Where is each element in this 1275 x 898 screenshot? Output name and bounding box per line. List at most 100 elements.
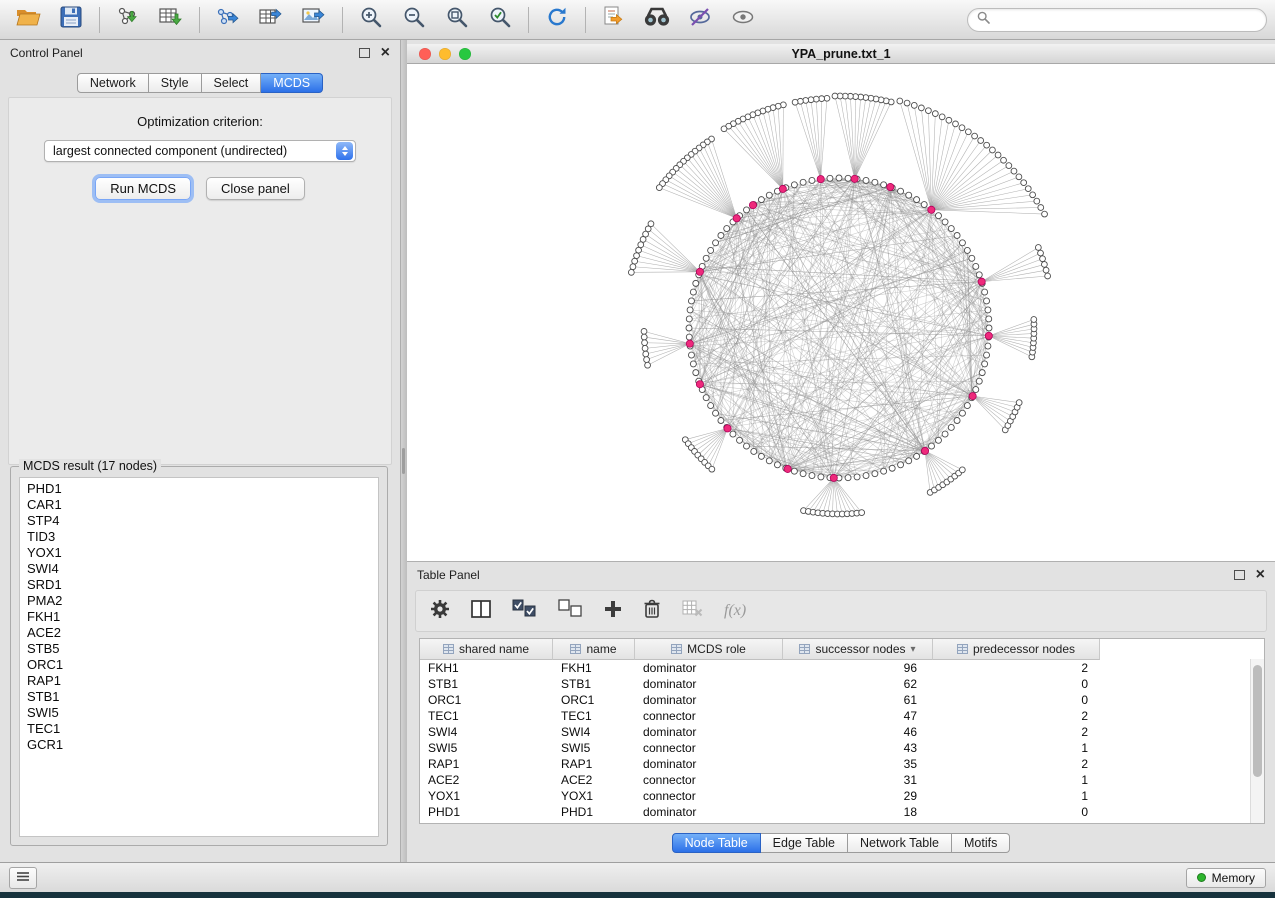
column-header-predecessor-nodes[interactable]: predecessor nodes	[933, 639, 1100, 660]
add-icon[interactable]	[604, 600, 622, 623]
refresh-button[interactable]	[537, 4, 577, 36]
table-cell: 0	[933, 692, 1100, 708]
table-cell: 29	[783, 788, 933, 804]
table-cell: YOX1	[420, 788, 553, 804]
tab-select[interactable]: Select	[202, 73, 262, 93]
network-window: YPA_prune.txt_1	[407, 44, 1275, 561]
mcds-result-item[interactable]: FKH1	[20, 609, 378, 625]
network-window-titlebar: YPA_prune.txt_1	[407, 44, 1275, 64]
mcds-result-item[interactable]: SWI4	[20, 561, 378, 577]
tab-edge-table[interactable]: Edge Table	[761, 833, 848, 853]
chevron-down-icon[interactable]: ▾	[911, 644, 916, 655]
zoom-out-button[interactable]	[394, 4, 434, 36]
show-columns-icon[interactable]	[471, 600, 491, 623]
control-panel-tabs: Network Style Select MCDS	[0, 73, 400, 93]
save-session-button[interactable]	[51, 4, 91, 36]
table-cell: connector	[635, 708, 783, 724]
mcds-result-item[interactable]: GCR1	[20, 737, 378, 753]
tab-style[interactable]: Style	[149, 73, 202, 93]
close-panel-icon[interactable]: ×	[381, 47, 390, 59]
zoom-in-button[interactable]	[351, 4, 391, 36]
import-table-button[interactable]	[151, 4, 191, 36]
table-row[interactable]: STB1STB1dominator620	[420, 676, 1264, 692]
open-file-button[interactable]	[8, 4, 48, 36]
mcds-result-item[interactable]: SRD1	[20, 577, 378, 593]
tab-node-table[interactable]: Node Table	[672, 833, 761, 853]
column-header-shared-name[interactable]: shared name	[420, 639, 553, 660]
settings-icon[interactable]	[430, 599, 450, 624]
mcds-result-item[interactable]: STP4	[20, 513, 378, 529]
export-table-icon	[258, 5, 284, 34]
table-row[interactable]: SWI4SWI4dominator462	[420, 724, 1264, 740]
close-table-panel-icon[interactable]: ×	[1256, 569, 1265, 581]
table-row[interactable]: ACE2ACE2connector311	[420, 772, 1264, 788]
share-document-button[interactable]	[594, 4, 634, 36]
table-cell: dominator	[635, 804, 783, 820]
float-table-panel-icon[interactable]	[1234, 570, 1245, 580]
optimization-criterion-select[interactable]: largest connected component (undirected)	[44, 140, 356, 162]
tab-mcds[interactable]: MCDS	[261, 73, 323, 93]
mcds-result-item[interactable]: ORC1	[20, 657, 378, 673]
toolbar-separator	[199, 7, 200, 33]
zoom-fit-button[interactable]	[437, 4, 477, 36]
mcds-result-item[interactable]: PHD1	[20, 481, 378, 497]
close-panel-button[interactable]: Close panel	[206, 177, 305, 200]
delete-column-icon	[682, 600, 703, 622]
function-builder-icon: f(x)	[724, 602, 746, 620]
mcds-result-item[interactable]: SWI5	[20, 705, 378, 721]
unselect-all-icon[interactable]	[558, 599, 583, 623]
table-row[interactable]: ORC1ORC1dominator610	[420, 692, 1264, 708]
graphics-details-button[interactable]	[680, 4, 720, 36]
export-image-button[interactable]	[294, 4, 334, 36]
import-network-button[interactable]	[108, 4, 148, 36]
table-scrollbar[interactable]	[1250, 659, 1264, 823]
table-cell: 2	[933, 756, 1100, 772]
table-cell: 1	[933, 740, 1100, 756]
search-input[interactable]	[996, 12, 1257, 28]
table-row[interactable]: RAP1RAP1dominator352	[420, 756, 1264, 772]
memory-status-icon	[1197, 873, 1206, 882]
mcds-result-item[interactable]: TEC1	[20, 721, 378, 737]
find-button[interactable]	[637, 4, 677, 36]
table-row[interactable]: FKH1FKH1dominator962	[420, 660, 1264, 676]
select-all-icon[interactable]	[512, 599, 537, 623]
mcds-result-item[interactable]: STB1	[20, 689, 378, 705]
network-graph	[407, 64, 1275, 561]
column-header-successor-nodes[interactable]: successor nodes▾	[783, 639, 933, 660]
mcds-result-list[interactable]: PHD1CAR1STP4TID3YOX1SWI4SRD1PMA2FKH1ACE2…	[19, 477, 379, 837]
row-filler	[1100, 692, 1264, 708]
mcds-result-item[interactable]: TID3	[20, 529, 378, 545]
run-mcds-button[interactable]: Run MCDS	[95, 177, 191, 200]
table-cell: 62	[783, 676, 933, 692]
mcds-result-item[interactable]: STB5	[20, 641, 378, 657]
table-row[interactable]: SWI5SWI5connector431	[420, 740, 1264, 756]
tab-network[interactable]: Network	[77, 73, 149, 93]
column-header-MCDS-role[interactable]: MCDS role	[635, 639, 783, 660]
toolbar-separator	[585, 7, 586, 33]
export-table-button[interactable]	[251, 4, 291, 36]
task-list-icon	[16, 869, 30, 887]
column-header-name[interactable]: name	[553, 639, 635, 660]
table-row[interactable]: YOX1YOX1connector291	[420, 788, 1264, 804]
table-row[interactable]: TEC1TEC1connector472	[420, 708, 1264, 724]
delete-icon[interactable]	[643, 599, 661, 624]
show-hide-button[interactable]	[723, 4, 763, 36]
scrollbar-thumb[interactable]	[1253, 665, 1262, 777]
zoom-selected-button[interactable]	[480, 4, 520, 36]
table-toolbar: f(x)	[415, 590, 1267, 632]
float-panel-icon[interactable]	[359, 48, 370, 58]
memory-button[interactable]: Memory	[1186, 868, 1266, 888]
node-table: shared namenameMCDS rolesuccessor nodes▾…	[419, 638, 1265, 824]
mcds-result-item[interactable]: RAP1	[20, 673, 378, 689]
mcds-result-item[interactable]: ACE2	[20, 625, 378, 641]
network-canvas[interactable]	[407, 64, 1275, 561]
tab-network-table[interactable]: Network Table	[848, 833, 952, 853]
table-row[interactable]: PHD1PHD1dominator180	[420, 804, 1264, 820]
mcds-result-item[interactable]: CAR1	[20, 497, 378, 513]
task-history-button[interactable]	[9, 867, 37, 889]
mcds-result-item[interactable]: YOX1	[20, 545, 378, 561]
tab-motifs[interactable]: Motifs	[952, 833, 1010, 853]
export-network-button[interactable]	[208, 4, 248, 36]
mcds-result-item[interactable]: PMA2	[20, 593, 378, 609]
row-filler	[1100, 740, 1264, 756]
